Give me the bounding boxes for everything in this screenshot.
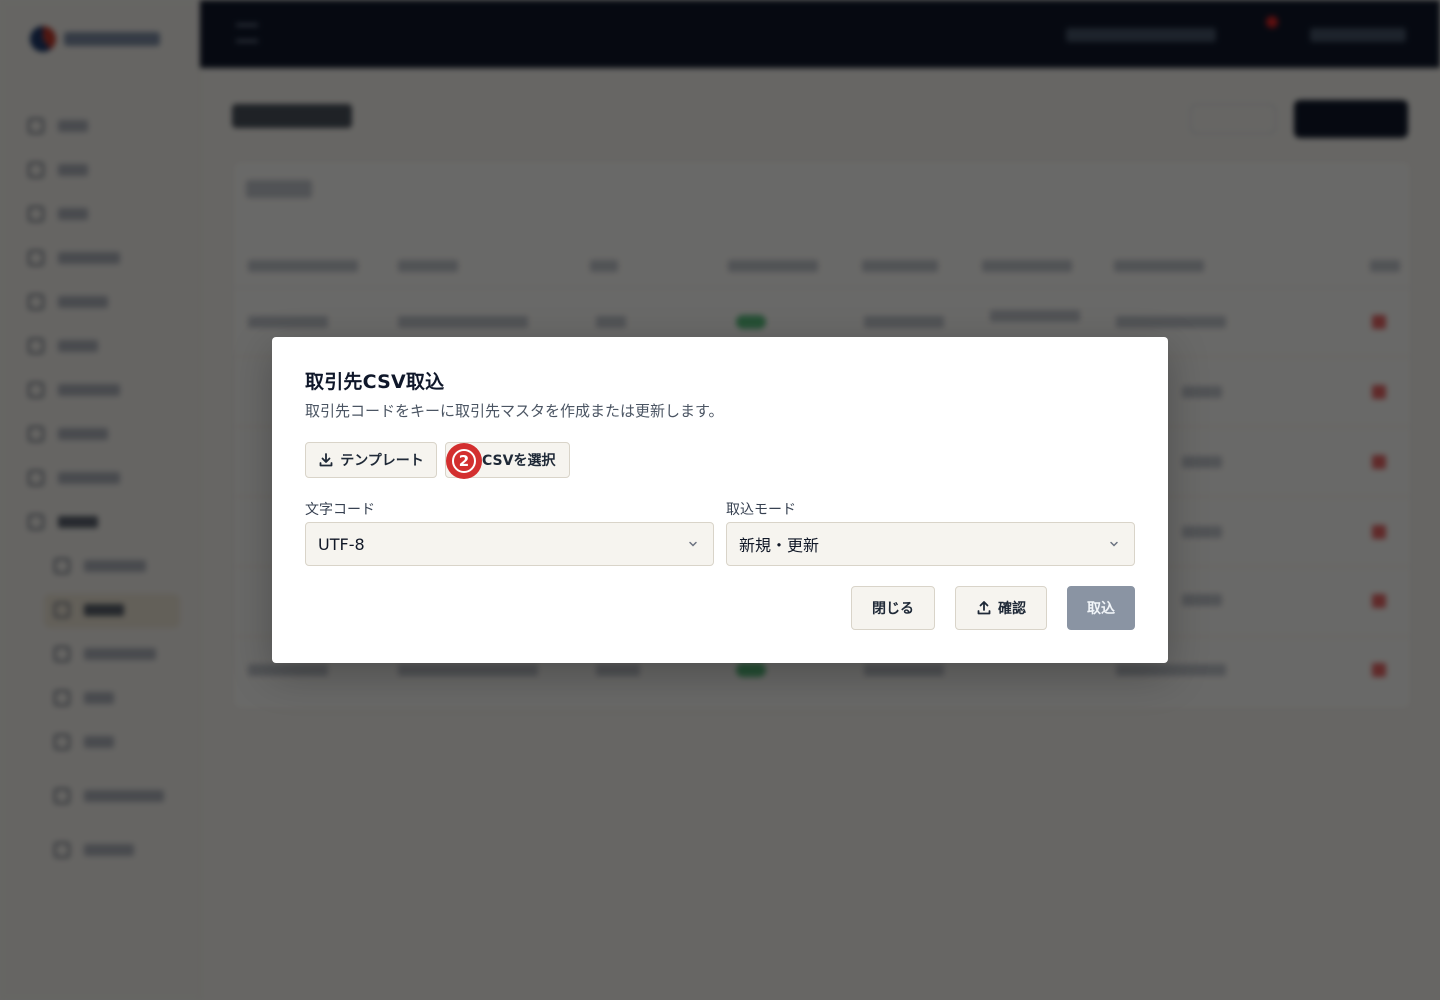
download-icon xyxy=(319,453,333,467)
dialog-description: 取引先コードをキーに取引先マスタを作成または更新します。 xyxy=(305,402,724,420)
upload-icon xyxy=(977,601,991,615)
template-download-button[interactable]: テンプレート xyxy=(305,442,437,478)
import-mode-value: 新規・更新 xyxy=(739,536,820,555)
close-button[interactable]: 閉じる xyxy=(851,586,935,630)
import-button[interactable]: 取込 xyxy=(1067,586,1135,630)
csv-import-dialog: 取引先CSV取込 取引先コードをキーに取引先マスタを作成または更新します。 テン… xyxy=(272,337,1168,663)
confirm-button-label: 確認 xyxy=(998,601,1026,617)
encoding-select[interactable]: UTF-8 xyxy=(305,522,714,566)
chevron-down-icon xyxy=(1110,541,1118,547)
select-csv-label: CSVを選択 xyxy=(482,453,556,469)
encoding-value: UTF-8 xyxy=(318,534,365,554)
template-button-label: テンプレート xyxy=(340,453,424,469)
step-badge: 2 xyxy=(446,443,482,479)
import-mode-label: 取込モード xyxy=(726,502,796,518)
encoding-label: 文字コード xyxy=(305,502,375,518)
chevron-down-icon xyxy=(689,541,697,547)
dialog-title: 取引先CSV取込 xyxy=(305,371,445,393)
import-mode-select[interactable]: 新規・更新 xyxy=(726,522,1135,566)
select-csv-button[interactable]: 2 CSVを選択 xyxy=(445,442,570,479)
confirm-button[interactable]: 確認 xyxy=(955,586,1047,630)
